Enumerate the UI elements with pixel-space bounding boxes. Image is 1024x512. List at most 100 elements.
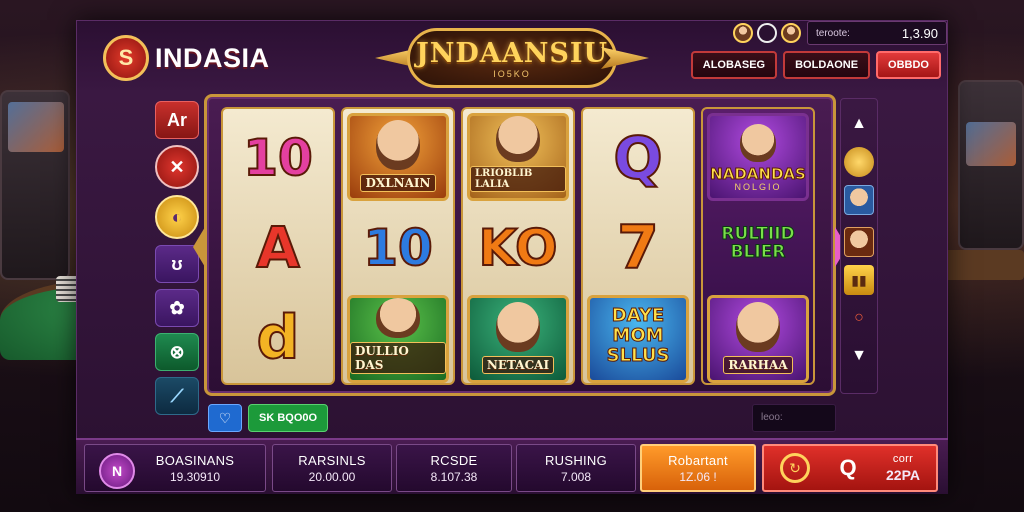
settings-ring-icon[interactable] <box>757 23 777 43</box>
reel-4: Q 7 DAYE MOM SLLUS <box>581 107 695 385</box>
gold-coin-icon[interactable]: ◐ <box>155 195 199 239</box>
character-face-icon <box>740 124 776 162</box>
bet-button[interactable]: Robartant 1Z.06 ! <box>640 444 756 492</box>
character-card: NADANDAS NOLGIO <box>707 113 809 201</box>
background-machine-screen <box>966 122 1016 166</box>
stat-value: 8.107.38 <box>430 469 478 484</box>
avatar[interactable] <box>733 23 753 43</box>
background-slot-machine <box>0 90 70 280</box>
card-label: DULLIO DAS <box>350 342 446 374</box>
arrow-up-icon[interactable]: ▲ <box>844 109 874 139</box>
character-icon[interactable] <box>844 227 874 257</box>
reel-symbol: KO <box>467 205 569 291</box>
arrow-down-icon[interactable]: ▼ <box>844 341 874 371</box>
reel-frame: 10 A d DXLNAIN 10 DULLIO DAS LRIOBLIB LA… <box>193 94 847 396</box>
brand: S INDASIA <box>103 35 270 81</box>
character-card: DULLIO DAS <box>347 295 449 383</box>
title-plate: JNDAANSIU IO5KO <box>407 28 617 88</box>
background-machine-screen <box>8 102 64 152</box>
bottom-strip: ♡ SK BQO0O <box>208 404 329 432</box>
card-sublabel: NOLGIO <box>734 182 782 192</box>
left-button-column: Ar ✕ ◐ ʊ ✿ ⊗ ⟋ <box>155 101 199 415</box>
bet-label: Robartant <box>668 452 728 468</box>
symbol-10: 10 <box>362 218 434 278</box>
reel-symbol: Q <box>587 115 689 201</box>
reel-5: NADANDAS NOLGIO RULTIID BLIER RARHAA <box>701 107 815 385</box>
stat-label: RUSHING <box>544 452 608 468</box>
top-bar: S INDASIA JNDAANSIU IO5KO teroote: 1,3.9… <box>77 21 947 93</box>
symbol-d: d <box>256 302 301 374</box>
rotate-icon[interactable]: ʊ <box>155 245 199 283</box>
character-card: RARHAA <box>707 295 809 383</box>
coin-stack-icon[interactable] <box>844 147 874 177</box>
spin-icon[interactable]: ↻ <box>780 453 810 483</box>
character-card: NETACAI <box>467 295 569 383</box>
footer-bar: N BOASINANS 19.30910 RARSINLS 20.00.00 R… <box>76 438 948 494</box>
reel-symbol: A <box>227 205 329 291</box>
top-button-2[interactable]: BOLDAONE <box>783 51 871 79</box>
bonus-button[interactable]: SK BQO0O <box>248 404 329 432</box>
menu-icon[interactable]: N <box>99 453 135 489</box>
brand-logo-icon: S <box>103 35 149 81</box>
player-avatars <box>733 23 801 43</box>
stat-value: 7.008 <box>560 469 592 484</box>
ring-icon[interactable]: ○ <box>844 303 874 333</box>
stat-value: 20.00.00 <box>308 469 356 484</box>
mute-icon[interactable]: ⟋ <box>155 377 199 415</box>
reel-1: 10 A d <box>221 107 335 385</box>
stat-label: RARSINLS <box>298 452 366 468</box>
left-button-text[interactable]: Ar <box>155 101 199 139</box>
symbol-a: A <box>255 215 300 282</box>
auto-value: 22PA <box>886 467 920 483</box>
balance-label: teroote: <box>816 27 850 39</box>
auto-label: corr <box>892 453 914 465</box>
symbol-7: 7 <box>616 212 660 284</box>
character-face-icon <box>736 302 780 352</box>
avatar[interactable] <box>781 23 801 43</box>
card-label: DXLNAIN <box>360 174 436 192</box>
card-label: RARHAA <box>723 356 793 374</box>
balance-value: 1,3.90 <box>901 25 938 41</box>
stat-box: RCSDE 8.107.38 <box>396 444 512 492</box>
character-face-icon <box>496 116 540 162</box>
game-subtitle: IO5KO <box>493 68 531 79</box>
top-button-3[interactable]: OBBDO <box>876 51 941 79</box>
close-icon[interactable]: ✕ <box>155 145 199 189</box>
gold-bar-icon[interactable]: ▮▮ <box>844 265 874 295</box>
stat-box: RARSINLS 20.00.00 <box>272 444 392 492</box>
avatar-icon[interactable] <box>844 185 874 215</box>
card-label: NETACAI <box>481 356 555 374</box>
top-button-1[interactable]: ALOBASEG <box>690 51 778 79</box>
reel-symbol: 10 <box>347 205 449 291</box>
stat-value: 19.30910 <box>169 469 221 484</box>
reel-2: DXLNAIN 10 DULLIO DAS <box>341 107 455 385</box>
card-label: DAYE MOM SLLUS <box>606 305 670 366</box>
bonus-card: DAYE MOM SLLUS <box>587 295 689 383</box>
stat-label: RCSDE <box>430 452 478 468</box>
reel-symbol: 7 <box>587 205 689 291</box>
spin-panel: ↻ Q corr 22PA <box>762 444 938 492</box>
character-card: DXLNAIN <box>347 113 449 201</box>
symbol-ko: KO <box>477 218 558 278</box>
symbol-text: RULTIID BLIER <box>721 224 795 262</box>
background-slot-machine <box>958 80 1024 250</box>
card-label: NADANDAS <box>710 165 806 183</box>
symbol-10: 10 <box>242 128 314 188</box>
reel-symbol: 10 <box>227 115 329 201</box>
character-face-icon <box>496 302 540 352</box>
search-icon[interactable]: Q <box>839 455 856 481</box>
character-face-icon <box>376 298 420 338</box>
reel-symbol: d <box>227 295 329 381</box>
game-title: JNDAANSIU <box>415 37 609 69</box>
link-icon[interactable]: ⊗ <box>155 333 199 371</box>
symbol-q: Q <box>612 123 663 193</box>
stat-label: BOASINANS <box>155 452 235 468</box>
heart-link-icon[interactable]: ♡ <box>208 404 242 432</box>
flower-icon[interactable]: ✿ <box>155 289 199 327</box>
small-input-field[interactable]: leoo: <box>752 404 836 432</box>
auto-play[interactable]: corr 22PA <box>886 453 920 483</box>
stat-box: RUSHING 7.008 <box>516 444 636 492</box>
stat-box: N BOASINANS 19.30910 <box>84 444 266 492</box>
card-label: LRIOBLIB LALIA <box>470 166 566 192</box>
right-button-column: ▲ ▮▮ ○ ▼ <box>840 98 878 394</box>
